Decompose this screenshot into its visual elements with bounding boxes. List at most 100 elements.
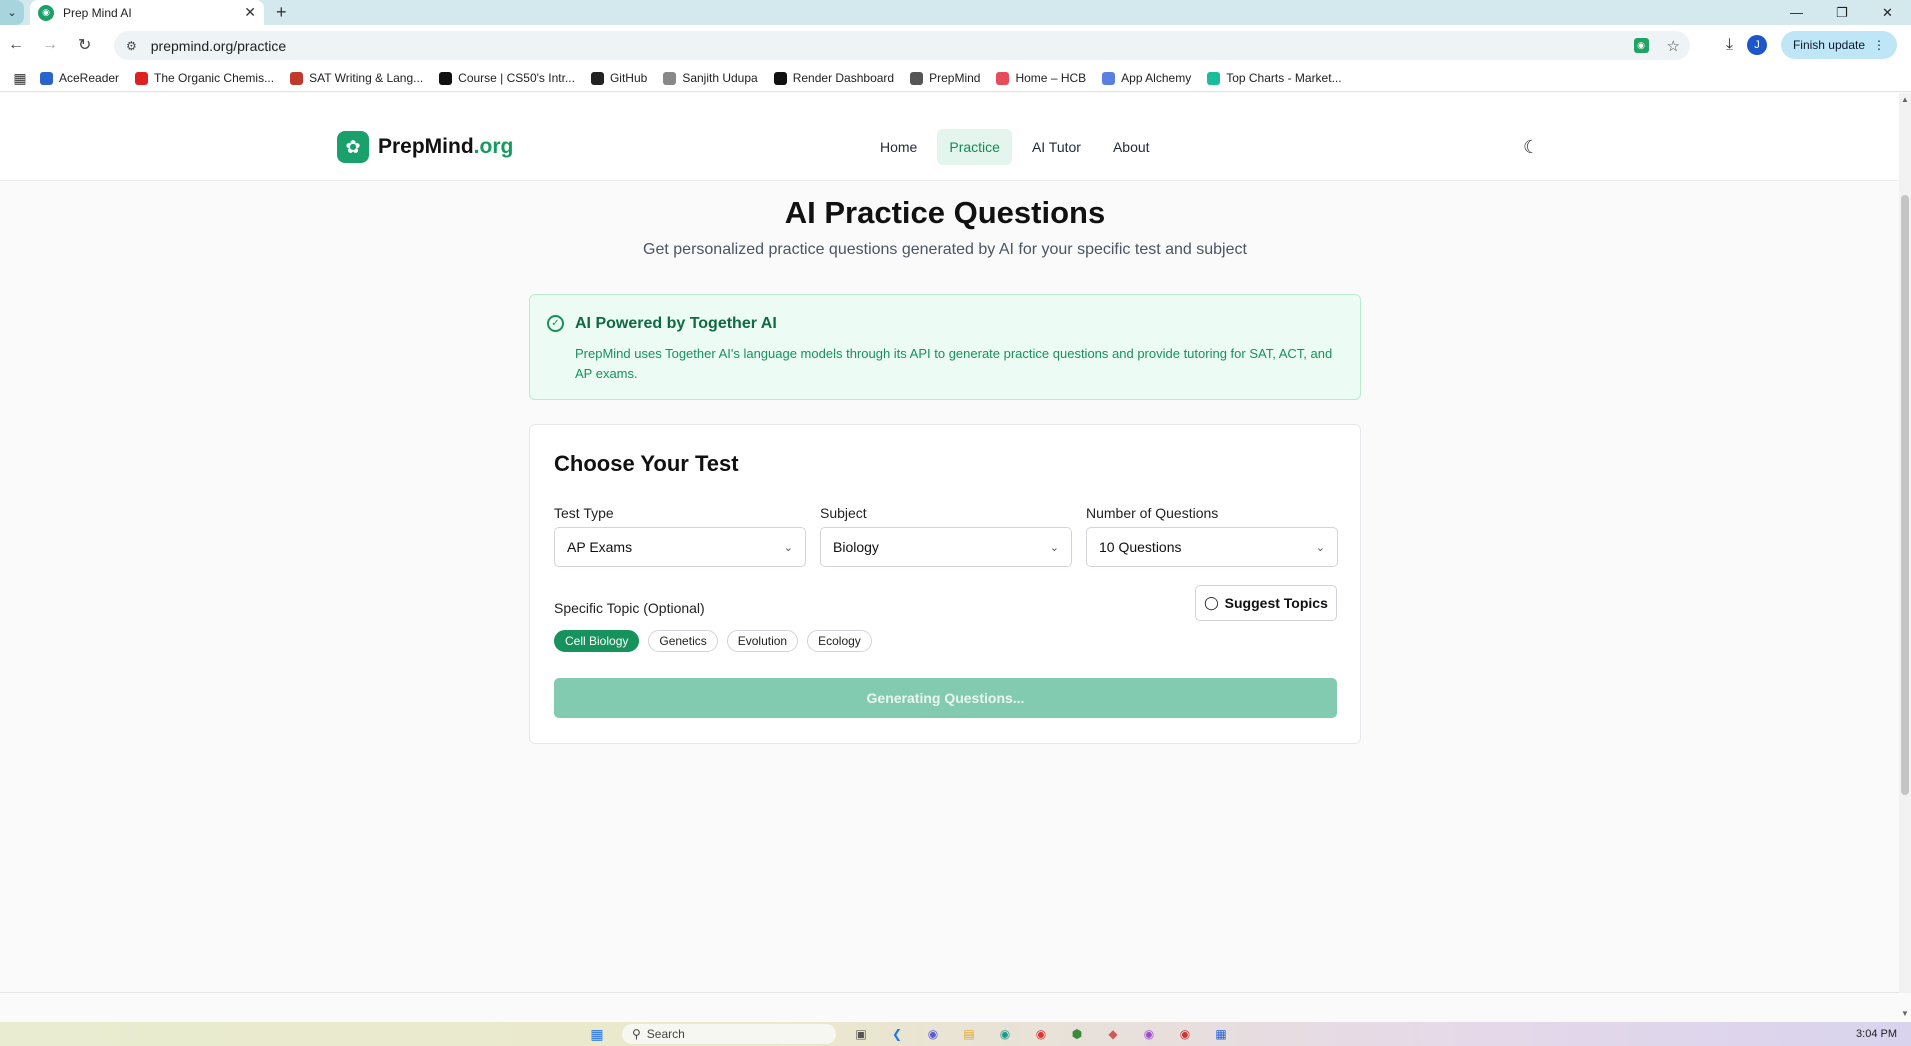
bookmark-item[interactable]: Course | CS50's Intr... (439, 71, 575, 85)
tab-favicon-icon: ◉ (38, 4, 54, 21)
bookmark-favicon-icon (135, 71, 149, 85)
lightbulb-icon: ◯ (1204, 595, 1219, 610)
chrome-profile-icon[interactable]: ◉ (1174, 1024, 1196, 1044)
generate-questions-button[interactable]: Generating Questions... (554, 678, 1337, 718)
site-logo[interactable]: ✿ PrepMind.org (337, 131, 513, 163)
test-type-value: AP Exams (567, 539, 633, 555)
page-scrollbar[interactable]: ▲ ▼ (1899, 93, 1911, 1018)
finish-update-button[interactable]: Finish update ⋮ (1780, 31, 1897, 59)
alert-body: PrepMind uses Together AI's language mod… (575, 346, 1333, 381)
new-tab-plus-icon[interactable]: + (276, 0, 287, 25)
bookmark-label: Top Charts - Market... (1226, 71, 1342, 85)
bookmark-item[interactable]: PrepMind (910, 71, 980, 85)
bookmark-label: App Alchemy (1121, 71, 1192, 85)
nav-link-practice[interactable]: Practice (937, 129, 1012, 165)
os-taskbar: ▦ ⚲ Search ▣ ❮ ◉ ▤ ◉ ◉ ⬢ ◆ ◉ ◉ ▦ 3:04 PM (0, 1022, 1911, 1046)
bookmark-item[interactable]: Home – HCB (996, 71, 1086, 85)
topic-chip[interactable]: Ecology (807, 630, 872, 652)
bookmark-label: Render Dashboard (792, 71, 895, 85)
chrome-profile-icon[interactable]: ◉ (1138, 1024, 1160, 1044)
bookmark-item[interactable]: The Organic Chemis... (135, 71, 274, 85)
bookmark-label: PrepMind (929, 71, 981, 85)
bookmark-item[interactable]: App Alchemy (1102, 71, 1191, 85)
dark-mode-moon-icon[interactable]: ☾ (1523, 137, 1539, 158)
browser-toolbar: ← → ↻ ⚙ prepmind.org/practice ◉ ☆ ⤓ J Fi… (0, 25, 1911, 65)
bookmark-item[interactable]: SAT Writing & Lang... (290, 71, 423, 85)
bookmark-item[interactable]: GitHub (590, 71, 647, 85)
suggest-topics-button[interactable]: ◯ Suggest Topics (1195, 585, 1337, 621)
scroll-down-arrow-icon[interactable]: ▼ (1901, 1009, 1909, 1018)
window-close-icon[interactable]: ✕ (1882, 0, 1893, 25)
bookmark-item[interactable]: Render Dashboard (773, 71, 895, 85)
topic-chip[interactable]: Cell Biology (554, 630, 640, 652)
chevron-down-icon: ⌄ (1315, 541, 1325, 554)
tab-close-icon[interactable]: ✕ (244, 4, 256, 21)
taskbar-clock: 3:04 PM (1856, 1028, 1897, 1040)
page-title: AI Practice Questions (784, 195, 1106, 230)
back-arrow-icon[interactable]: ← (8, 25, 24, 65)
subject-select[interactable]: Biology ⌄ (820, 527, 1072, 567)
bookmark-favicon-icon (773, 71, 787, 85)
tab-search-chevron-icon[interactable]: ⌄ (0, 0, 24, 25)
window-minimize-icon[interactable]: — (1790, 0, 1803, 25)
app-icon[interactable]: ▦ (1210, 1024, 1232, 1044)
windows-start-icon[interactable]: ▦ (586, 1024, 608, 1044)
topic-label: Specific Topic (Optional) (554, 600, 705, 616)
num-questions-select[interactable]: 10 Questions ⌄ (1086, 527, 1338, 567)
bookmark-label: SAT Writing & Lang... (309, 71, 424, 85)
browser-tab-active[interactable]: ◉ Prep Mind AI ✕ (30, 0, 264, 25)
apps-grid-icon[interactable]: ▦ (0, 70, 40, 87)
chevron-down-icon: ⌄ (1049, 541, 1059, 554)
address-bar[interactable]: ⚙ prepmind.org/practice ◉ ☆ (114, 31, 1690, 60)
bookmark-favicon-icon (996, 71, 1010, 85)
taskbar-search-placeholder: Search (646, 1027, 685, 1041)
nav-link-ai-tutor[interactable]: AI Tutor (1020, 129, 1093, 165)
site-settings-icon[interactable]: ⚙ (126, 39, 137, 53)
vscode-icon[interactable]: ❮ (886, 1024, 908, 1044)
address-url: prepmind.org/practice (150, 37, 287, 54)
reload-icon[interactable]: ↻ (78, 25, 91, 65)
bookmark-favicon-icon (1207, 71, 1221, 85)
bookmark-favicon-icon (290, 71, 304, 85)
browser-tab-bar: ⌄ ◉ Prep Mind AI ✕ + — ❐ ✕ (0, 0, 1911, 25)
bookmark-item[interactable]: AceReader (40, 71, 119, 85)
profile-avatar[interactable]: J (1746, 35, 1767, 55)
taskbar-search[interactable]: ⚲ Search (622, 1024, 836, 1044)
topic-chip[interactable]: Genetics (648, 630, 718, 652)
topic-chip[interactable]: Evolution (726, 630, 799, 652)
bookmark-favicon-icon (663, 71, 677, 85)
teams-icon[interactable]: ◉ (922, 1024, 944, 1044)
download-icon[interactable]: ⤓ (1726, 36, 1733, 54)
app-icon[interactable]: ⬢ (1066, 1024, 1088, 1044)
choose-test-card: Choose Your Test Test Type AP Exams ⌄ Su… (529, 424, 1361, 744)
extension-icon[interactable]: ◉ (1633, 38, 1649, 53)
bookmark-label: The Organic Chemis... (154, 71, 275, 85)
num-questions-value: 10 Questions (1099, 539, 1182, 555)
bookmark-label: AceReader (59, 71, 120, 85)
app-icon[interactable]: ◆ (1102, 1024, 1124, 1044)
check-circle-icon: ✓ (547, 315, 564, 332)
bookmark-item[interactable]: Top Charts - Market... (1207, 71, 1342, 85)
bookmark-item[interactable]: Sanjith Udupa (663, 71, 758, 85)
file-explorer-icon[interactable]: ▤ (958, 1024, 980, 1044)
scroll-up-arrow-icon[interactable]: ▲ (1901, 95, 1909, 104)
nav-link-home[interactable]: Home (868, 129, 929, 165)
kebab-menu-icon: ⋮ (1873, 38, 1885, 52)
ai-powered-alert: ✓ AI Powered by Together AI PrepMind use… (529, 294, 1361, 400)
tab-title: Prep Mind AI (63, 5, 132, 20)
brain-logo-icon: ✿ (337, 131, 369, 163)
test-type-label: Test Type (554, 505, 614, 521)
alert-title: AI Powered by Together AI (575, 315, 777, 332)
bookmark-star-icon[interactable]: ☆ (1667, 37, 1680, 55)
edge-icon[interactable]: ◉ (994, 1024, 1016, 1044)
task-view-icon[interactable]: ▣ (850, 1024, 872, 1044)
chrome-icon[interactable]: ◉ (1030, 1024, 1052, 1044)
window-restore-icon[interactable]: ❐ (1836, 0, 1848, 25)
topic-chips: Cell Biology Genetics Evolution Ecology (554, 630, 872, 652)
subject-label: Subject (820, 505, 867, 521)
nav-link-about[interactable]: About (1101, 129, 1162, 165)
page-bottom-border (0, 992, 1899, 1022)
forward-arrow-icon[interactable]: → (42, 25, 58, 65)
scrollbar-thumb[interactable] (1901, 195, 1909, 795)
test-type-select[interactable]: AP Exams ⌄ (554, 527, 806, 567)
